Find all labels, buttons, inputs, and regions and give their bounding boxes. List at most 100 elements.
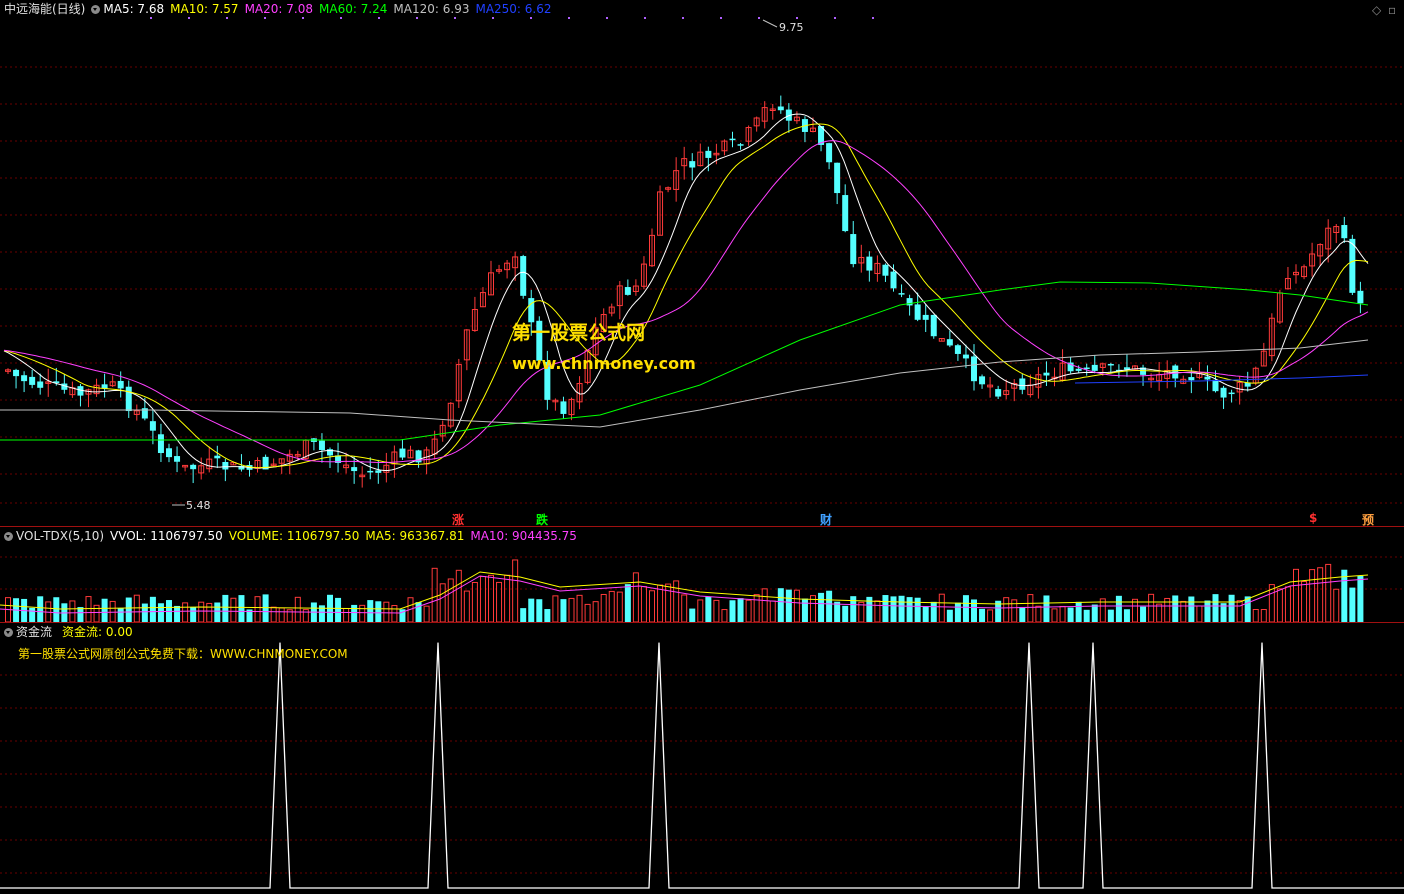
volume-bar <box>713 599 720 623</box>
candle-body <box>166 448 172 458</box>
fund-flow-value: 资金流: 0.00 <box>62 625 133 639</box>
dropdown-icon[interactable] <box>91 5 101 14</box>
volume-bar <box>1035 605 1042 623</box>
ma250-label: MA250: 6.62 <box>475 2 552 16</box>
volume-bar <box>1349 587 1356 622</box>
volume-bar <box>568 597 575 623</box>
volume-bar <box>1027 594 1034 623</box>
volume-bar <box>971 599 977 622</box>
candle-body <box>826 143 833 163</box>
volume-bar <box>53 597 60 622</box>
candle-body <box>954 345 961 354</box>
volume-bar <box>335 597 342 622</box>
volume-bar <box>270 606 277 623</box>
candle-body <box>1107 363 1114 366</box>
volume-bar <box>37 596 44 622</box>
volume-bar <box>673 580 680 623</box>
fund-flow-spike <box>658 642 660 644</box>
ma5-label: MA5: 7.68 <box>103 2 165 16</box>
volume-bar <box>520 608 527 622</box>
fund-flow-spike <box>1261 642 1263 644</box>
fund-flow-name: 资金流 <box>16 625 53 639</box>
candle-body <box>1043 372 1050 376</box>
volume-bar <box>745 599 752 623</box>
volume-bar <box>109 600 116 623</box>
fund-flow-spike <box>437 642 439 644</box>
volume-bar <box>1107 609 1114 622</box>
volume-bar <box>238 595 245 622</box>
volume-bar <box>1132 598 1138 623</box>
volume-bar <box>528 598 535 622</box>
candle-body <box>737 144 744 146</box>
candle-body <box>174 456 181 462</box>
candle-body <box>1075 368 1082 371</box>
volume-bar <box>882 595 889 622</box>
volume-bar <box>343 607 350 623</box>
volume-bar <box>1284 586 1291 623</box>
volume-bar <box>544 609 551 622</box>
watermark-url: www.chnmoney.com <box>512 354 696 373</box>
dropdown-icon[interactable] <box>4 532 13 541</box>
volume-bar <box>423 605 430 623</box>
candle-body <box>922 314 929 320</box>
volume-bar <box>1260 609 1267 623</box>
fund-flow-panel[interactable]: 资金流 资金流: 0.00 第一股票公式网原创公式免费下载：WWW.CHNMONE… <box>0 623 1404 894</box>
vol-ma10-label: MA10: 904435.75 <box>470 529 577 543</box>
volume-bar <box>801 598 808 622</box>
candle-body <box>375 470 382 473</box>
volume-bar <box>375 601 382 622</box>
header-dot <box>872 17 874 19</box>
price-chart-canvas[interactable]: 9.75 5.48 <box>0 0 1404 527</box>
ma60-label: MA60: 7.24 <box>319 2 388 16</box>
candle-body <box>979 376 986 385</box>
candle-body <box>930 314 937 337</box>
volume-bar <box>665 583 672 623</box>
candle-body <box>21 375 28 382</box>
volume-bar <box>29 607 36 622</box>
volume-panel[interactable]: VOL-TDX(5,10) VVOL: 1106797.50 VOLUME: 110… <box>0 527 1404 623</box>
volume-bar <box>560 599 567 622</box>
volume-bar <box>69 600 76 623</box>
volume-ma5-line <box>0 571 1369 610</box>
volume-bar <box>174 605 181 622</box>
header-dot <box>682 17 684 19</box>
candle-body <box>149 421 156 431</box>
volume-bar <box>1003 597 1010 623</box>
volume-bar <box>1059 605 1066 623</box>
expand-icon[interactable]: ▫ <box>1388 3 1396 17</box>
volume-bar <box>133 594 140 623</box>
candle-body <box>834 162 841 194</box>
volume-bar <box>1212 594 1219 622</box>
ma10-label: MA10: 7.57 <box>170 2 239 16</box>
candle-body <box>125 386 132 412</box>
diamond-icon[interactable]: ◇ <box>1372 3 1381 17</box>
volume-bar <box>101 598 108 622</box>
volume-bar <box>576 594 583 623</box>
candle-body <box>1019 378 1026 390</box>
price-chart-panel[interactable]: 9.75 5.48 中远海能(日线) MA5: 7.68 MA10: 7.57 MA20… <box>0 0 1404 527</box>
volume-bar <box>769 600 776 623</box>
vol-ma5-label: MA5: 963367.81 <box>365 529 465 543</box>
candle-body <box>318 440 325 451</box>
fund-flow-spike <box>279 642 281 644</box>
volume-bar <box>463 590 470 623</box>
volume-bar <box>946 609 953 622</box>
dropdown-icon[interactable] <box>4 628 13 637</box>
candle-body <box>777 106 784 111</box>
signal-dollar[interactable]: $ <box>1309 511 1317 525</box>
volume-bar <box>1325 563 1332 623</box>
candle-body <box>705 150 712 158</box>
high-marker-line <box>762 19 778 28</box>
volume-bar <box>1204 600 1211 622</box>
volume-bar <box>254 596 261 623</box>
volume-bar <box>1011 599 1018 623</box>
header-dot <box>758 17 760 19</box>
volume-bar <box>488 574 494 623</box>
candle-body <box>351 467 358 472</box>
volume-bar <box>471 581 478 623</box>
fund-flow-canvas[interactable] <box>0 623 1404 894</box>
high-price-label: 9.75 <box>779 21 804 34</box>
volume-bar <box>77 607 84 622</box>
volume-bar <box>1156 603 1163 623</box>
volume-bar <box>1301 580 1308 623</box>
